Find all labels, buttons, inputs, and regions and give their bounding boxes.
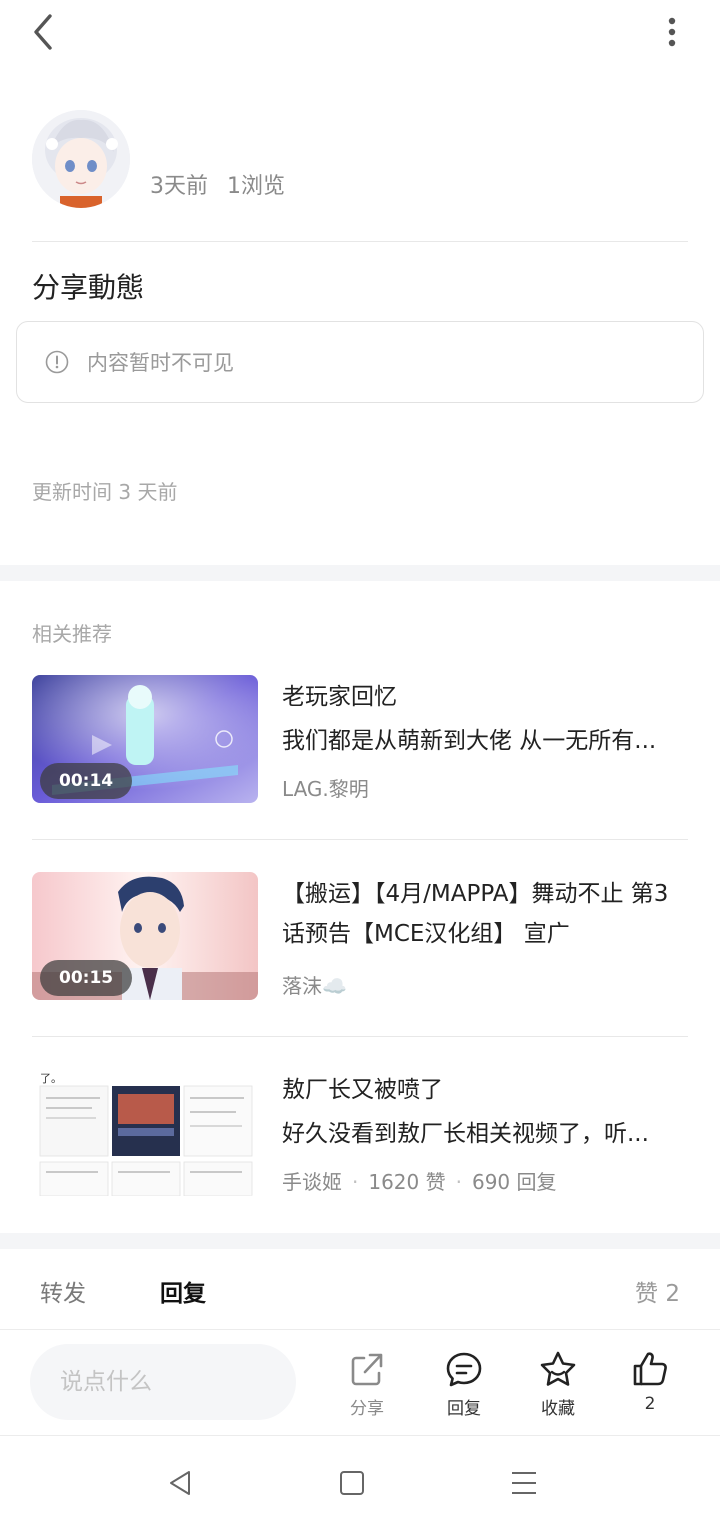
more-vertical-icon bbox=[668, 17, 676, 47]
like-count: 2 bbox=[644, 1394, 656, 1414]
share-button[interactable]: 分享 bbox=[332, 1350, 402, 1422]
share-icon bbox=[351, 1353, 383, 1386]
separator-dot: · bbox=[352, 1170, 359, 1194]
article-thumbnail: 了。 bbox=[32, 1068, 258, 1196]
related-title: 【搬运】【4月/MAPPA】舞动不止 第3话预告【MCE汉化组】 宣广 bbox=[282, 881, 669, 947]
system-back-button[interactable] bbox=[160, 1463, 200, 1503]
divider bbox=[32, 241, 688, 242]
video-duration: 00:14 bbox=[40, 763, 133, 799]
favorite-button[interactable]: 收藏 bbox=[523, 1350, 593, 1422]
system-menu-button[interactable] bbox=[504, 1463, 544, 1503]
reply-label: 回复 bbox=[447, 1399, 481, 1419]
divider bbox=[32, 1036, 688, 1037]
related-title: 敖厂长又被喷了 bbox=[282, 1077, 443, 1103]
related-desc: 好久没看到敖厂长相关视频了，听... bbox=[282, 1121, 649, 1147]
related-stats: 手谈姬 · 1620 赞 · 690 回复 bbox=[282, 1166, 557, 1195]
system-home-button[interactable] bbox=[332, 1463, 372, 1503]
chat-bubble-icon bbox=[446, 1352, 482, 1387]
menu-lines-icon bbox=[512, 1472, 536, 1494]
favorite-label: 收藏 bbox=[541, 1399, 575, 1419]
tab-forward[interactable]: 转发 bbox=[40, 1274, 86, 1308]
related-likes: 1620 赞 bbox=[368, 1170, 446, 1194]
author-section: 3天前 1浏览 bbox=[32, 110, 688, 210]
info-circle-icon bbox=[45, 350, 69, 374]
related-item[interactable]: 00:14 老玩家回忆 我们都是从萌新到大佬 从一无所有... LAG.黎明 bbox=[32, 675, 688, 805]
related-replies: 690 回复 bbox=[471, 1170, 557, 1194]
thumbnail-caption: 了。 bbox=[40, 1072, 62, 1085]
comment-input[interactable] bbox=[30, 1344, 296, 1420]
updated-time: 更新时间 3 天前 bbox=[32, 480, 178, 504]
back-button[interactable] bbox=[24, 10, 64, 54]
back-arrow-icon bbox=[34, 14, 52, 50]
tab-like[interactable]: 赞 2 bbox=[635, 1274, 680, 1308]
video-thumbnail: 00:14 bbox=[32, 675, 258, 803]
star-icon bbox=[540, 1351, 576, 1386]
video-duration: 00:15 bbox=[40, 960, 133, 996]
reply-button[interactable]: 回复 bbox=[429, 1350, 499, 1422]
related-desc: 我们都是从萌新到大佬 从一无所有... bbox=[282, 728, 657, 754]
section-separator bbox=[0, 1233, 720, 1249]
thumbs-up-icon bbox=[633, 1352, 667, 1386]
content-unavailable-notice: 内容暂时不可见 bbox=[16, 321, 704, 403]
related-title: 老玩家回忆 bbox=[282, 684, 397, 710]
square-home-icon bbox=[340, 1471, 364, 1495]
share-label: 分享 bbox=[350, 1399, 384, 1419]
related-item[interactable]: 00:15 【搬运】【4月/MAPPA】舞动不止 第3话预告【MCE汉化组】 宣… bbox=[32, 872, 688, 1002]
tab-reply[interactable]: 回复 bbox=[160, 1274, 206, 1308]
separator-dot: · bbox=[455, 1170, 462, 1194]
system-navigation-bar bbox=[0, 1437, 720, 1522]
top-bar bbox=[0, 0, 720, 64]
avatar[interactable] bbox=[32, 110, 130, 208]
related-author: LAG.黎明 bbox=[282, 777, 369, 801]
triangle-back-icon bbox=[170, 1471, 190, 1495]
post-title: 分享動態 bbox=[32, 271, 145, 304]
divider bbox=[32, 839, 688, 840]
section-separator bbox=[0, 565, 720, 581]
related-header: 相关推荐 bbox=[32, 622, 112, 646]
post-meta: 3天前 1浏览 bbox=[150, 168, 285, 200]
related-item[interactable]: 了。 敖厂长又被喷了 好久没看到敖厂长相关视频了，听... 手谈姬 · 1620 赞… bbox=[32, 1068, 688, 1198]
post-time: 3天前 bbox=[150, 174, 208, 199]
related-author: 手谈姬 bbox=[282, 1170, 342, 1194]
comment-tabs: 转发 回复 赞 2 bbox=[0, 1250, 720, 1330]
action-bar: 分享 回复 收藏 2 bbox=[0, 1330, 720, 1436]
notice-text: 内容暂时不可见 bbox=[87, 351, 234, 375]
like-button[interactable]: 2 bbox=[615, 1350, 685, 1422]
more-options-button[interactable] bbox=[660, 14, 684, 50]
post-views: 1浏览 bbox=[227, 174, 285, 199]
related-author: 落沫☁️ bbox=[282, 974, 347, 998]
video-thumbnail: 00:15 bbox=[32, 872, 258, 1000]
